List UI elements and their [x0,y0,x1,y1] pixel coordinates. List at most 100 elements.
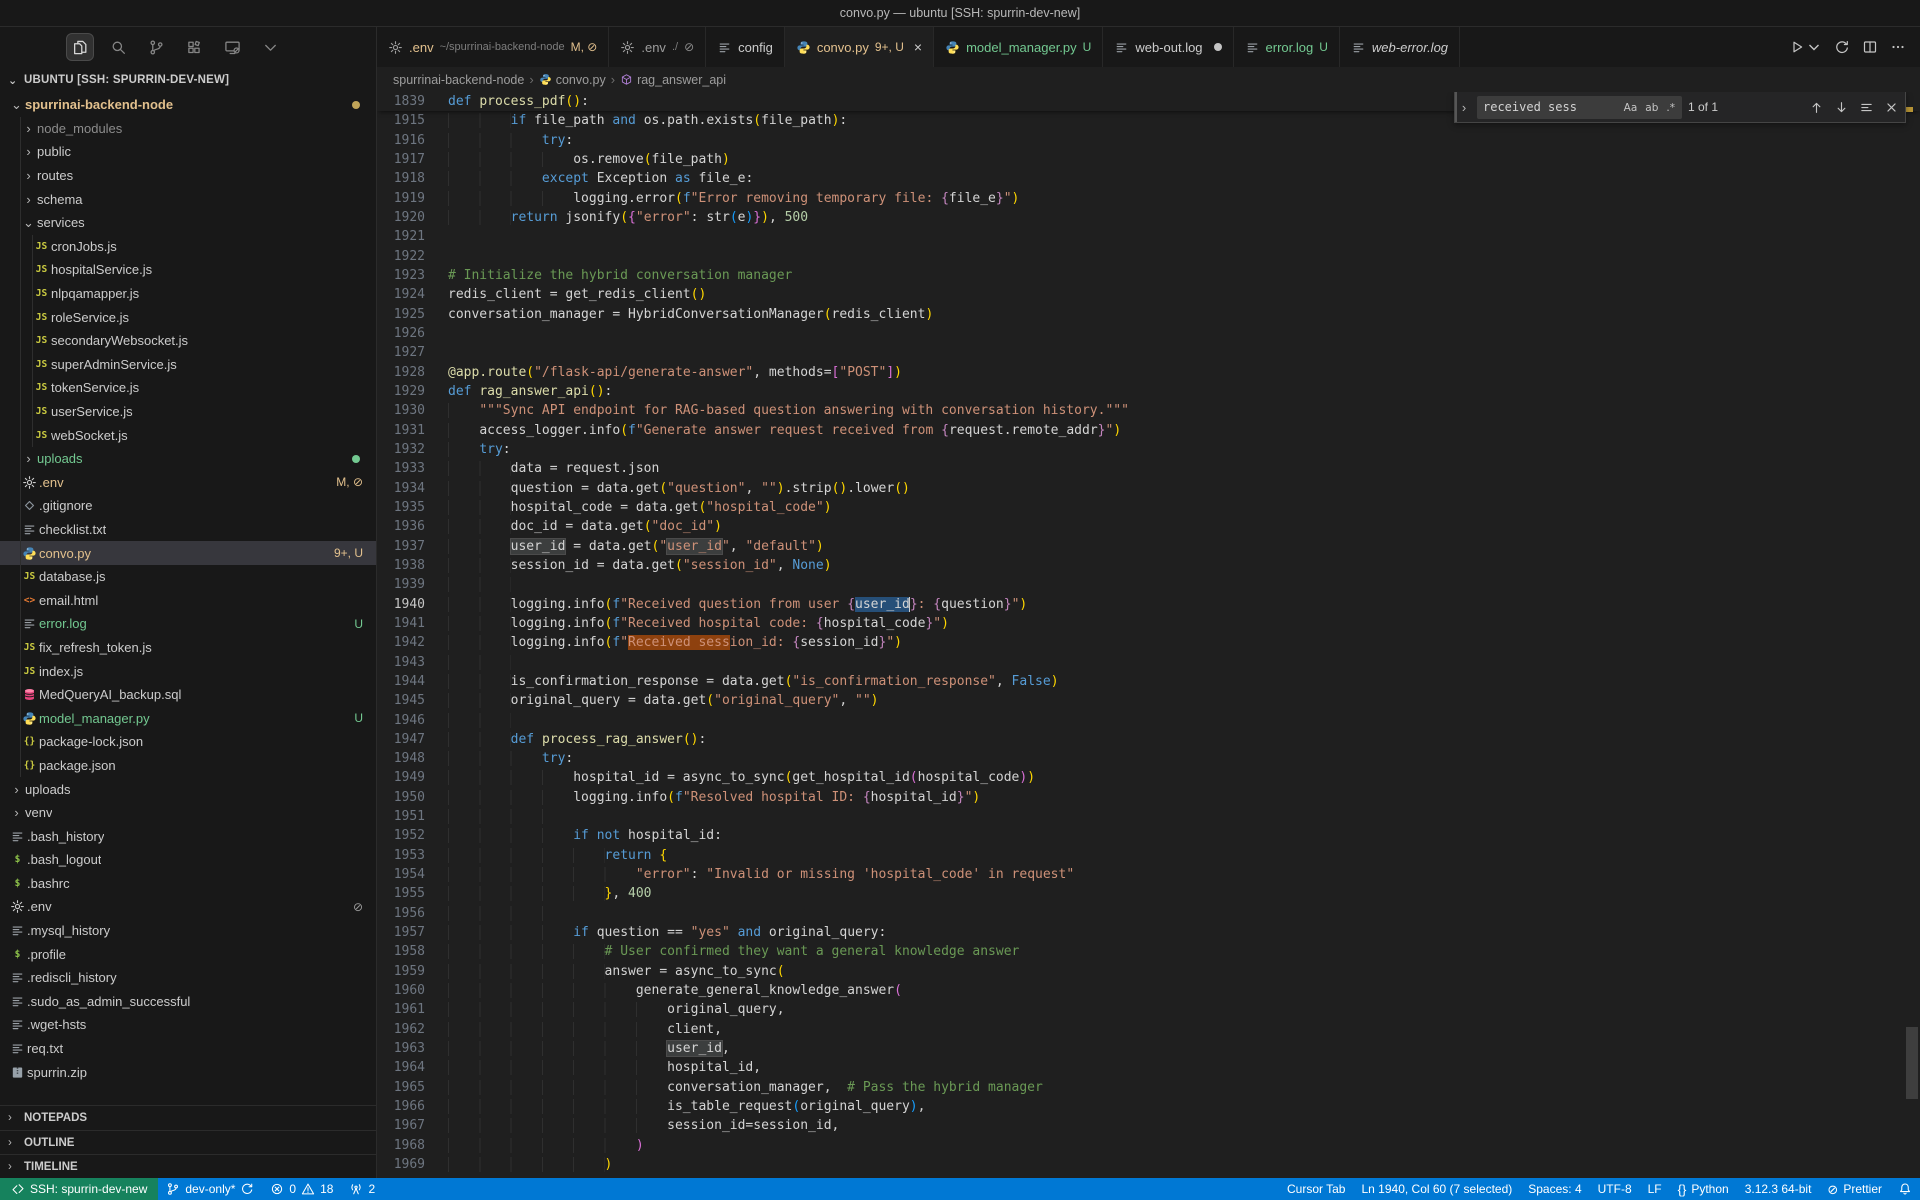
tree-item-req.txt[interactable]: req.txt [0,1037,376,1061]
tab-.env[interactable]: .env~/spurrinai-backend-nodeM, ⊘ [377,27,609,67]
breadcrumb-convo.py[interactable]: convo.py [539,73,606,87]
more-actions[interactable] [1890,39,1906,55]
find-widget-collapse[interactable]: › [1455,92,1471,122]
status-encoding[interactable]: UTF-8 [1590,1178,1640,1200]
tree-item-index.js[interactable]: JSindex.js [0,659,376,683]
find-next-button[interactable] [1834,100,1849,115]
section-notepads[interactable]: ›NOTEPADS [0,1106,376,1130]
tree-item-schema[interactable]: ›schema [0,187,376,211]
tree-item-.env[interactable]: .envM, ⊘ [0,471,376,495]
regex-toggle[interactable]: .* [1663,101,1678,115]
tree-item-uploads[interactable]: ›uploads [0,447,376,471]
remote-indicator[interactable]: SSH: spurrin-dev-new [0,1178,158,1200]
tree-item-nlpqamapper.js[interactable]: JSnlpqamapper.js [0,282,376,306]
find-previous-button[interactable] [1809,100,1824,115]
tree-item-.profile[interactable]: $.profile [0,942,376,966]
status-cursor-tab[interactable]: Cursor Tab [1279,1178,1353,1200]
tree-item-package.json[interactable]: {}package.json [0,754,376,778]
find-input[interactable]: received sess Aaab.* [1477,96,1682,119]
find-in-selection-button[interactable] [1859,100,1874,115]
tree-item-webSocket.js[interactable]: JSwebSocket.js [0,423,376,447]
tab-.env[interactable]: .env./⊘ [609,27,706,67]
breadcrumb-spurrinai-backend-node[interactable]: spurrinai-backend-node [393,73,524,87]
status-prettier[interactable]: ⊘Prettier [1819,1178,1890,1200]
activity-remote-explorer[interactable] [218,33,246,61]
tree-item-hospitalService.js[interactable]: JShospitalService.js [0,258,376,282]
run-dropdown[interactable] [1806,39,1822,55]
match-case-toggle[interactable]: Aa [1621,101,1641,115]
split-editor[interactable] [1862,39,1878,55]
code-line-1951: 1951 [377,807,1920,826]
tab-error.log[interactable]: error.logU [1234,27,1340,67]
section-outline[interactable]: ›OUTLINE [0,1130,376,1154]
status-notifications[interactable] [1890,1178,1920,1200]
activity-extensions[interactable] [180,33,208,61]
tree-item-secondaryWebsocket.js[interactable]: JSsecondaryWebsocket.js [0,329,376,353]
tree-item-checklist.txt[interactable]: checklist.txt [0,518,376,542]
tab-convo.py[interactable]: convo.py9+, U× [785,27,934,67]
tree-item-package-lock.json[interactable]: {}package-lock.json [0,730,376,754]
tree-item-.gitignore[interactable]: .gitignore [0,494,376,518]
tree-item-public[interactable]: ›public [0,140,376,164]
status-indentation[interactable]: Spaces: 4 [1520,1178,1589,1200]
tree-item-fix_refresh_token.js[interactable]: JSfix_refresh_token.js [0,636,376,660]
tree-item-cronJobs.js[interactable]: JScronJobs.js [0,235,376,259]
code-line-1928: 1928@app.route("/flask-api/generate-answ… [377,363,1920,382]
indent [448,1002,667,1017]
tree-item-spurrinai-backend-node[interactable]: ⌄spurrinai-backend-node [0,93,376,117]
tree-item-spurrin.zip[interactable]: spurrin.zip [0,1060,376,1084]
tree-item-routes[interactable]: ›routes [0,164,376,188]
tab-model_manager.py[interactable]: model_manager.pyU [934,27,1103,67]
tab-config[interactable]: config [706,27,785,67]
tree-item-.mysql_history[interactable]: .mysql_history [0,919,376,943]
tree-item-.rediscli_history[interactable]: .rediscli_history [0,966,376,990]
tree-item-venv[interactable]: ›venv [0,801,376,825]
activity-source-control[interactable] [142,33,170,61]
open-changes[interactable] [1834,39,1850,55]
activity-more-views[interactable] [256,33,284,61]
tree-item-database.js[interactable]: JSdatabase.js [0,565,376,589]
code-line-1940: 1940 logging.info(f"Received question fr… [377,595,1920,614]
activity-search[interactable] [104,33,132,61]
tree-item-.bash_logout[interactable]: $.bash_logout [0,848,376,872]
explorer-section-header[interactable]: ⌄ UBUNTU [SSH: SPURRIN-DEV-NEW] [0,67,376,93]
file-label: package.json [39,758,116,773]
status-python-interpreter[interactable]: 3.12.3 64-bit [1737,1178,1820,1200]
tree-item-model_manager.py[interactable]: model_manager.pyU [0,706,376,730]
section-timeline[interactable]: ›TIMELINE [0,1154,376,1178]
run-python-file[interactable] [1789,39,1805,55]
tree-item-.env[interactable]: .env⊘ [0,895,376,919]
status-eol[interactable]: LF [1640,1178,1670,1200]
find-close-button[interactable] [1884,100,1899,115]
tree-item-tokenService.js[interactable]: JStokenService.js [0,376,376,400]
close-icon[interactable]: × [914,39,922,55]
line-number: 1969 [377,1155,448,1174]
tree-item-.sudo_as_admin_successful[interactable]: .sudo_as_admin_successful [0,990,376,1014]
status-problems[interactable]: 018 [262,1178,341,1200]
status-git-branch[interactable]: dev-only* [158,1178,262,1200]
tree-item-node_modules[interactable]: ›node_modules [0,117,376,141]
status-cursor-position[interactable]: Ln 1940, Col 60 (7 selected) [1353,1178,1520,1200]
tree-item-convo.py[interactable]: convo.py9+, U [0,541,376,565]
tree-item-email.html[interactable]: <>email.html [0,588,376,612]
tree-item-.bashrc[interactable]: $.bashrc [0,872,376,896]
tree-item-userService.js[interactable]: JSuserService.js [0,400,376,424]
activity-explorer[interactable] [66,33,94,61]
tab-web-out.log[interactable]: web-out.log [1103,27,1233,67]
tree-item-error.log[interactable]: error.logU [0,612,376,636]
chevron-right-icon: › [20,192,37,207]
whole-word-toggle[interactable]: ab [1642,101,1661,115]
editor-scrollbar[interactable] [1906,1027,1918,1099]
tree-item-services[interactable]: ⌄services [0,211,376,235]
tree-item-.wget-hsts[interactable]: .wget-hsts [0,1013,376,1037]
tree-item-superAdminService.js[interactable]: JSsuperAdminService.js [0,353,376,377]
tree-item-uploads[interactable]: ›uploads [0,777,376,801]
status-language-mode[interactable]: {}Python [1670,1178,1737,1200]
breadcrumb-rag_answer_api[interactable]: rag_answer_api [620,73,726,87]
code-editor[interactable]: 1839def process_pdf():1915 if file_path … [377,92,1920,1178]
tree-item-.bash_history[interactable]: .bash_history [0,824,376,848]
tree-item-roleService.js[interactable]: JSroleService.js [0,305,376,329]
status-ports[interactable]: 2 [341,1178,383,1200]
tree-item-MedQueryAI_backup.sql[interactable]: MedQueryAI_backup.sql [0,683,376,707]
tab-web-error.log[interactable]: web-error.log [1340,27,1460,67]
